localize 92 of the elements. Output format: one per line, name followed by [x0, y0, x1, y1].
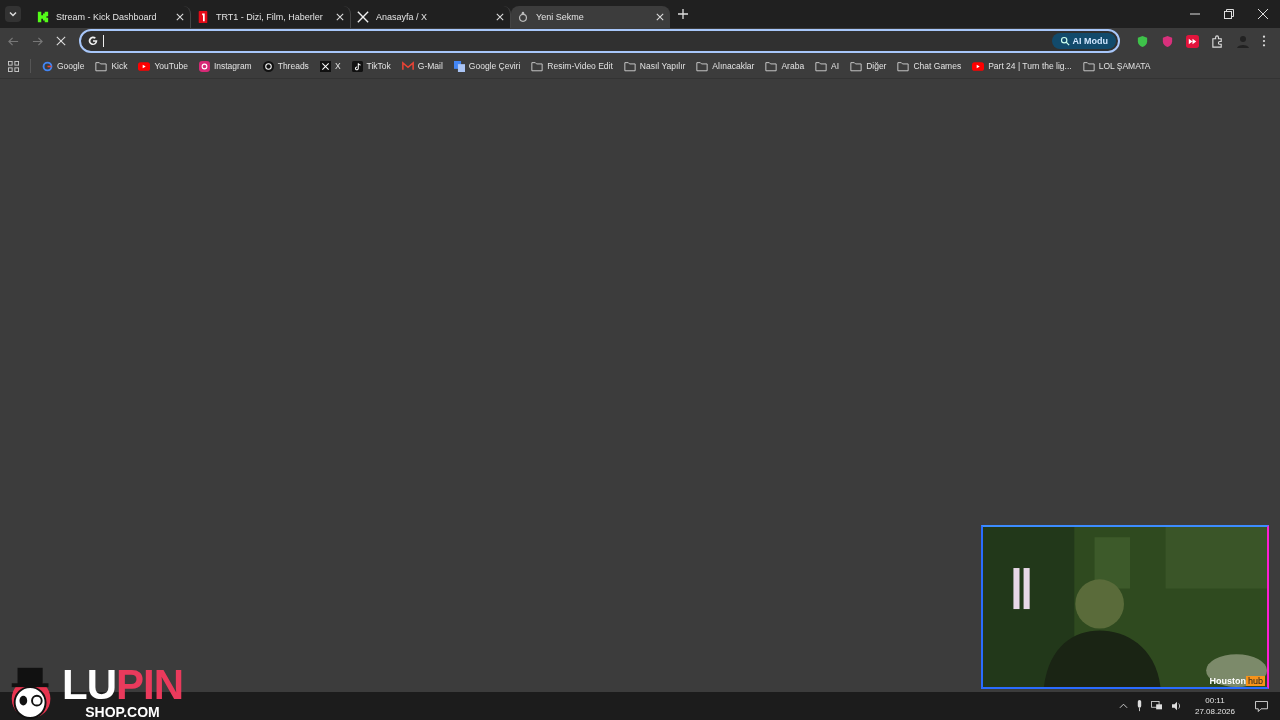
bookmark-label: Instagram — [213, 61, 252, 71]
x-logo-icon — [357, 11, 369, 23]
address-bar[interactable]: AI Modu — [79, 29, 1120, 53]
bookmark[interactable]: Google Çeviri — [453, 60, 521, 72]
folder-icon — [815, 60, 828, 72]
folder-icon — [696, 60, 709, 72]
puzzle-icon[interactable] — [1211, 34, 1224, 48]
close-icon[interactable] — [1258, 9, 1268, 19]
close-icon[interactable] — [496, 13, 504, 21]
bookmark[interactable]: Google — [42, 60, 85, 72]
bookmark-label: Part 24 | Turn the lig... — [988, 61, 1072, 71]
microphone-icon[interactable] — [1135, 700, 1143, 712]
envelope-icon — [401, 61, 414, 71]
restore-icon[interactable] — [1224, 9, 1234, 19]
close-icon[interactable] — [176, 13, 184, 21]
bookmark-label: X — [334, 61, 341, 71]
bookmark[interactable]: Chat Games — [897, 60, 962, 72]
folder-icon — [897, 60, 910, 72]
number-one-icon — [197, 11, 209, 23]
camera-icon — [198, 60, 210, 72]
bookmark-label: Chat Games — [913, 61, 962, 71]
bookmark[interactable]: Nasıl Yapılır — [623, 60, 686, 72]
back-icon[interactable] — [8, 35, 19, 47]
bookmark[interactable]: Resim-Video Edit — [531, 60, 613, 72]
tab-search-button[interactable] — [5, 6, 21, 22]
bookmark-label: Araba — [781, 61, 805, 71]
clock[interactable]: 00:11 27.08.2026 — [1190, 695, 1239, 717]
bookmark-label: TikTok — [366, 61, 391, 71]
bookmark[interactable]: LOL ŞAMATA — [1082, 60, 1151, 72]
chevron-up-icon[interactable] — [1118, 703, 1128, 709]
shield-icon[interactable] — [1136, 34, 1149, 48]
music-note-icon — [351, 60, 363, 72]
g-logo-icon — [42, 60, 53, 72]
bookmark[interactable]: YouTube — [138, 61, 188, 71]
chevron-down-icon — [8, 9, 18, 19]
folder-icon — [623, 60, 636, 72]
fast-forward-icon[interactable] — [1186, 34, 1199, 48]
bookmark-label: AI — [831, 61, 840, 71]
tab-title: Stream - Kick Dashboard — [56, 12, 158, 22]
folder-icon — [531, 60, 544, 72]
bookmark[interactable]: G-Mail — [401, 61, 443, 71]
folder-icon — [95, 60, 108, 72]
translate-icon — [453, 60, 465, 72]
bookmark-label: Nasıl Yapılır — [639, 61, 686, 71]
bookmark[interactable]: AI — [815, 60, 840, 72]
bookmark[interactable]: Part 24 | Turn the lig... — [972, 61, 1072, 71]
bookmark[interactable]: TikTok — [351, 60, 391, 72]
close-icon[interactable] — [336, 13, 344, 21]
bookmark[interactable]: Instagram — [198, 60, 252, 72]
tab-title: Yeni Sekme — [536, 12, 585, 22]
webcam-label: Houston — [1209, 676, 1246, 686]
bookmark-label: Resim-Video Edit — [547, 61, 613, 71]
folder-icon — [1082, 60, 1095, 72]
bookmark[interactable]: X — [319, 60, 341, 72]
tab-title: Anasayfa / X — [376, 12, 429, 22]
x-logo-icon — [319, 60, 331, 72]
google-icon — [87, 35, 99, 47]
bookmark[interactable]: Alınacaklar — [696, 60, 755, 72]
folder-icon — [850, 60, 863, 72]
new-tab-icon[interactable] — [678, 9, 688, 19]
folder-icon — [765, 60, 778, 72]
bookmark-label: LOL ŞAMATA — [1098, 61, 1151, 71]
forward-icon[interactable] — [32, 35, 43, 47]
close-icon[interactable] — [656, 13, 664, 21]
bookmark-label: Kick — [111, 61, 128, 71]
stop-icon[interactable] — [56, 36, 66, 46]
tab-title: TRT1 - Dizi, Film, Haberler — [216, 12, 324, 22]
speaker-icon[interactable] — [1170, 701, 1183, 711]
k-logo-icon — [37, 11, 49, 23]
webcam-tag: hub — [1245, 676, 1265, 686]
ai-mode-button[interactable]: AI Modu — [1051, 33, 1116, 49]
loading-icon — [517, 11, 529, 23]
bookmark-label: Google — [57, 61, 85, 71]
bookmark-label: Google Çeviri — [468, 61, 521, 71]
menu-icon[interactable] — [1262, 35, 1266, 47]
play-icon — [138, 61, 151, 71]
bookmark-label: Alınacaklar — [712, 61, 755, 71]
bookmark[interactable]: Araba — [765, 60, 805, 72]
bookmark-label: Threads — [277, 61, 309, 71]
play-icon — [972, 61, 985, 71]
search-icon — [1059, 36, 1070, 46]
bookmark[interactable]: Threads — [262, 60, 309, 72]
bookmark-label: G-Mail — [417, 61, 443, 71]
network-icon[interactable] — [1150, 701, 1163, 711]
bookmark-label: Diğer — [866, 61, 887, 71]
browser-tab[interactable]: Yeni Sekme — [511, 6, 670, 28]
bookmark-label: YouTube — [154, 61, 188, 71]
bookmark[interactable]: Kick — [95, 60, 128, 72]
notification-icon[interactable] — [1255, 700, 1268, 712]
bookmark[interactable]: Diğer — [850, 60, 887, 72]
shield-icon[interactable] — [1161, 34, 1174, 48]
apps-grid-icon[interactable] — [8, 60, 19, 72]
